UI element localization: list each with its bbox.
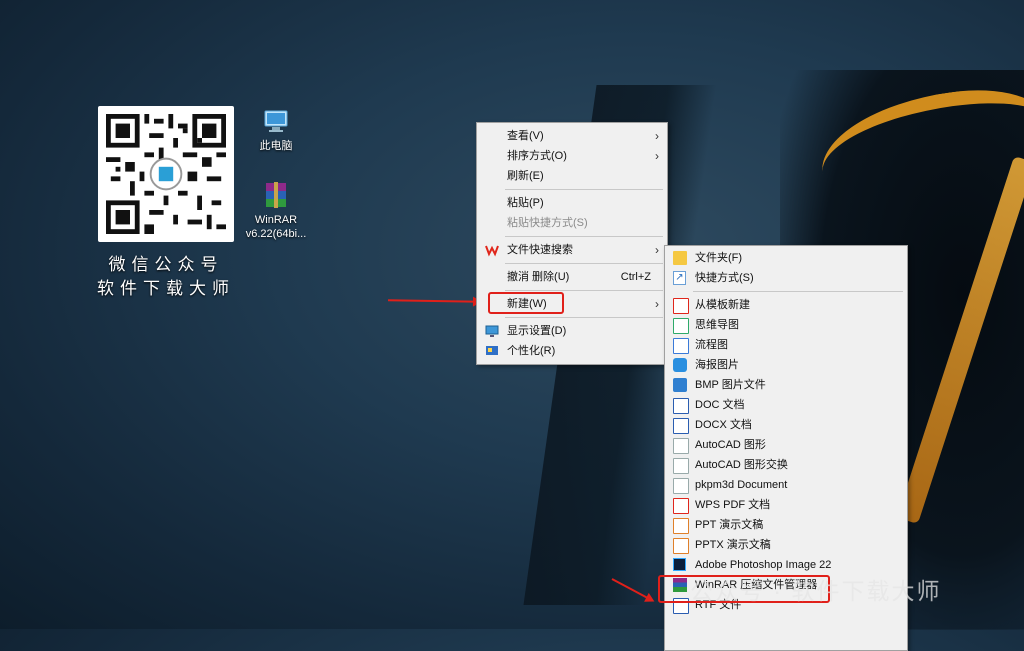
new-item-autocad-exchange[interactable]: AutoCAD 图形交换 xyxy=(665,455,907,475)
shortcut-icon: ↗ xyxy=(673,271,686,285)
new-item-bmp[interactable]: BMP 图片文件 xyxy=(665,375,907,395)
desktop-icon-label: 此电脑 xyxy=(259,140,293,152)
menu-item-label: AutoCAD 图形交换 xyxy=(695,459,788,471)
new-item-from-template[interactable]: 从模板新建 xyxy=(665,295,907,315)
menu-item-label: 快捷方式(S) xyxy=(695,272,754,284)
highlight-box-new xyxy=(488,292,564,314)
menu-separator xyxy=(505,290,663,291)
qr-caption-line2: 软件下载大师 xyxy=(97,279,235,298)
menu-item-label: 粘贴快捷方式(S) xyxy=(507,217,588,229)
pptx-icon xyxy=(673,538,689,554)
menu-item-label: BMP 图片文件 xyxy=(695,379,766,391)
new-item-wps-pdf[interactable]: WPS PDF 文档 xyxy=(665,495,907,515)
menu-item-display-settings[interactable]: 显示设置(D) xyxy=(477,321,667,341)
menu-item-label: pkpm3d Document xyxy=(695,479,788,491)
new-item-docx[interactable]: DOCX 文档 xyxy=(665,415,907,435)
menu-separator xyxy=(505,189,663,190)
watermark-text: 公众号 · 软件下载大师 xyxy=(690,578,942,604)
qr-caption-line1: 微信公众号 xyxy=(108,255,224,274)
qr-code-image xyxy=(98,106,234,242)
menu-separator xyxy=(505,317,663,318)
menu-item-shortcut: Ctrl+Z xyxy=(620,271,651,283)
menu-item-paste[interactable]: 粘贴(P) xyxy=(477,193,667,213)
winrar-icon xyxy=(266,182,286,208)
menu-item-label: 文件快速搜索 xyxy=(507,244,573,256)
menu-item-label: AutoCAD 图形 xyxy=(695,439,766,451)
computer-icon xyxy=(264,110,288,132)
file-icon xyxy=(673,478,689,494)
qr-code-pattern xyxy=(106,114,226,234)
folder-icon xyxy=(673,251,687,265)
menu-item-label: 显示设置(D) xyxy=(507,325,567,337)
new-item-autocad[interactable]: AutoCAD 图形 xyxy=(665,435,907,455)
desktop-icon-label: WinRAR xyxy=(254,214,298,226)
menu-item-refresh[interactable]: 刷新(E) xyxy=(477,166,667,186)
desktop-context-menu: 查看(V) › 排序方式(O) › 刷新(E) 粘贴(P) 粘贴快捷方式(S) 文件… xyxy=(476,122,668,365)
chevron-right-icon: › xyxy=(655,243,659,257)
new-item-pptx[interactable]: PPTX 演示文稿 xyxy=(665,535,907,555)
desktop-icon-label-version: v6.22(64bi... xyxy=(245,228,307,240)
new-item-flowchart[interactable]: 流程图 xyxy=(665,335,907,355)
menu-item-label: PPT 演示文稿 xyxy=(695,519,764,531)
new-item-pkpm3d[interactable]: pkpm3d Document xyxy=(665,475,907,495)
menu-item-label: PPTX 演示文稿 xyxy=(695,539,771,551)
ppt-icon xyxy=(673,518,689,534)
menu-item-label: WPS PDF 文档 xyxy=(695,499,771,511)
new-item-shortcut[interactable]: ↗ 快捷方式(S) xyxy=(665,268,907,288)
menu-item-label: DOC 文档 xyxy=(695,399,745,411)
annotation-arrow-new xyxy=(387,299,481,303)
menu-item-label: 个性化(R) xyxy=(507,345,556,357)
wps-icon xyxy=(485,245,499,257)
menu-item-label: 从模板新建 xyxy=(695,299,750,311)
menu-item-view[interactable]: 查看(V) › xyxy=(477,126,667,146)
chevron-right-icon: › xyxy=(655,129,659,143)
poster-icon xyxy=(673,358,687,372)
display-icon xyxy=(485,325,499,337)
desktop-icon-this-pc[interactable]: 此电脑 xyxy=(240,108,312,153)
new-item-mindmap[interactable]: 思维导图 xyxy=(665,315,907,335)
desktop-icon-winrar[interactable]: WinRAR v6.22(64bi... xyxy=(240,180,312,241)
menu-item-label: 思维导图 xyxy=(695,319,739,331)
menu-item-wps-file-search[interactable]: 文件快速搜索 › xyxy=(477,240,667,260)
menu-item-label: DOCX 文档 xyxy=(695,419,752,431)
new-item-folder[interactable]: 文件夹(F) xyxy=(665,248,907,268)
template-icon xyxy=(673,298,689,314)
docx-icon xyxy=(673,418,689,434)
menu-item-label: 排序方式(O) xyxy=(507,150,567,162)
menu-item-label: 刷新(E) xyxy=(507,170,544,182)
menu-item-label: 撤消 删除(U) xyxy=(507,271,570,283)
chevron-right-icon: › xyxy=(655,297,659,311)
file-icon xyxy=(673,458,689,474)
menu-item-sort-by[interactable]: 排序方式(O) › xyxy=(477,146,667,166)
menu-separator xyxy=(505,236,663,237)
menu-item-label: 查看(V) xyxy=(507,130,544,142)
menu-separator xyxy=(505,263,663,264)
new-item-doc[interactable]: DOC 文档 xyxy=(665,395,907,415)
chevron-right-icon: › xyxy=(655,149,659,163)
menu-item-label: 粘贴(P) xyxy=(507,197,544,209)
menu-item-personalize[interactable]: 个性化(R) xyxy=(477,341,667,361)
file-icon xyxy=(673,438,689,454)
menu-item-paste-shortcut[interactable]: 粘贴快捷方式(S) xyxy=(477,213,667,233)
new-item-poster[interactable]: 海报图片 xyxy=(665,355,907,375)
bmp-icon xyxy=(673,378,687,392)
menu-item-label: 流程图 xyxy=(695,339,728,351)
menu-item-label: 文件夹(F) xyxy=(695,252,743,264)
menu-separator xyxy=(693,291,903,292)
mindmap-icon xyxy=(673,318,689,334)
flowchart-icon xyxy=(673,338,689,354)
doc-icon xyxy=(673,398,689,414)
menu-item-label: Adobe Photoshop Image 22 xyxy=(695,559,832,571)
pdf-icon xyxy=(673,498,689,514)
menu-item-undo-delete[interactable]: 撤消 删除(U) Ctrl+Z xyxy=(477,267,667,287)
personalize-icon xyxy=(486,346,498,355)
menu-item-label: 海报图片 xyxy=(695,359,739,371)
photoshop-icon xyxy=(673,558,686,571)
new-item-ppt[interactable]: PPT 演示文稿 xyxy=(665,515,907,535)
